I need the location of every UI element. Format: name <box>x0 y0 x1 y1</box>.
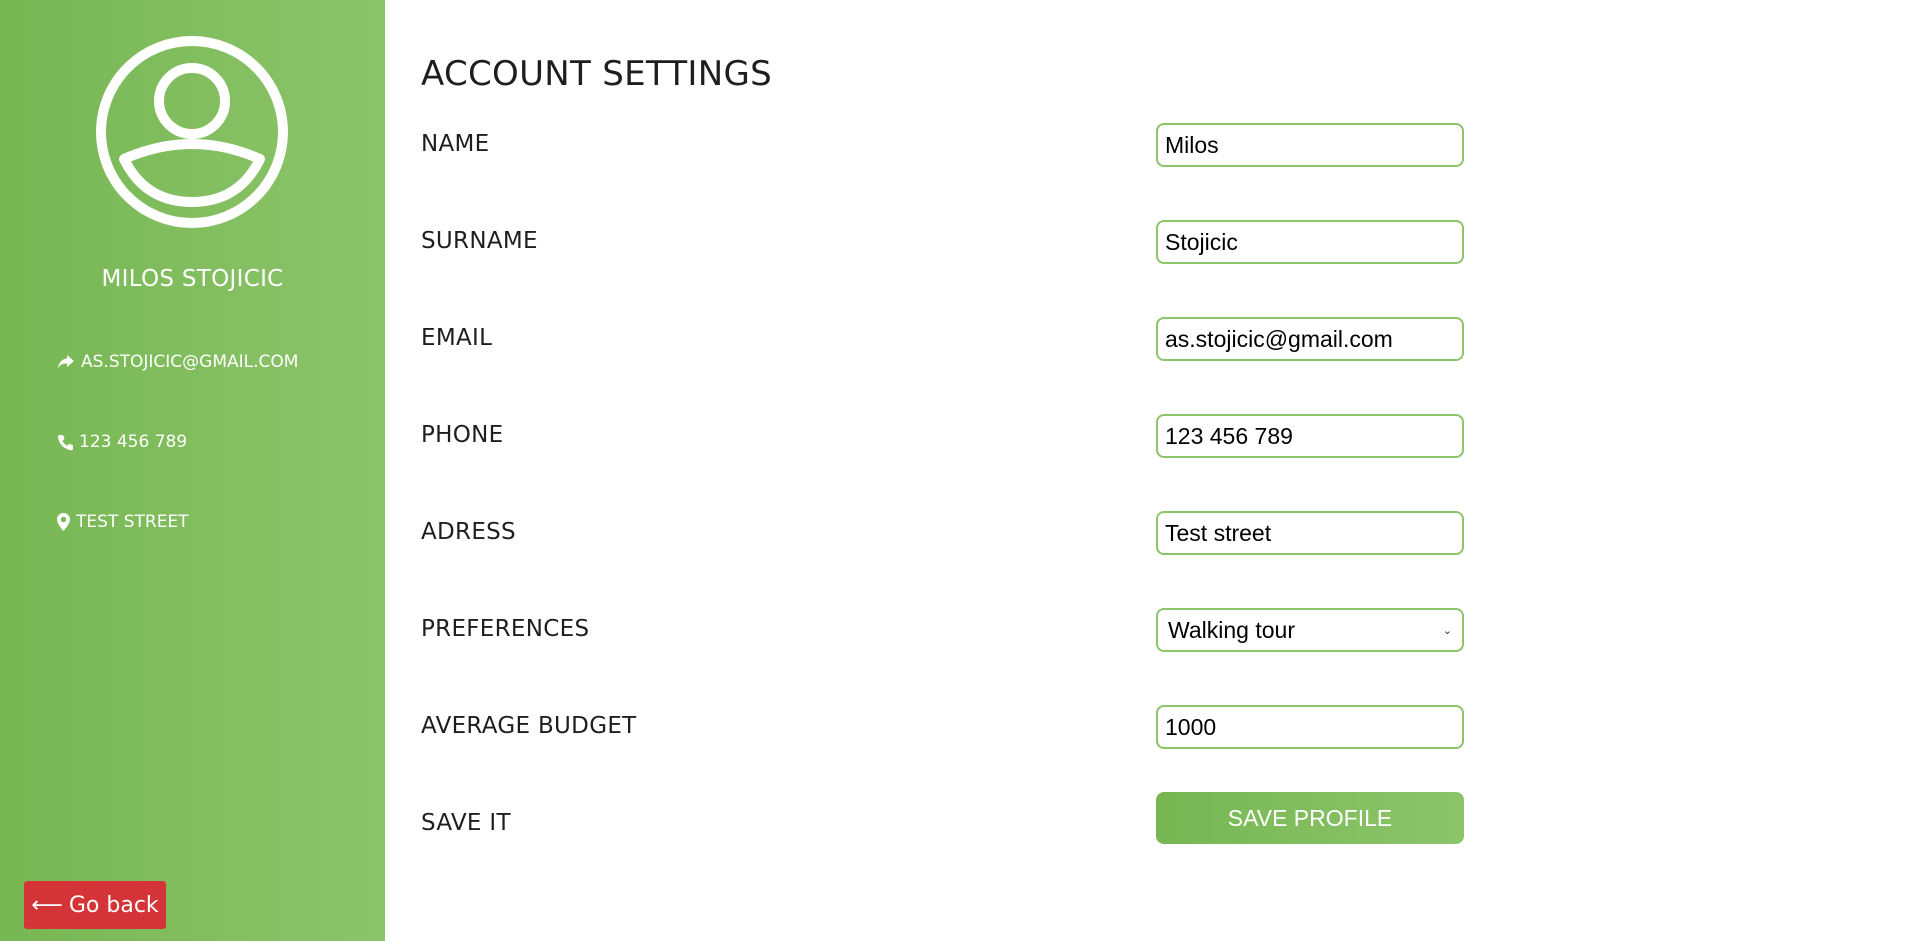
user-circle-icon <box>96 36 288 228</box>
phone-icon <box>57 434 73 450</box>
go-back-label: Go back <box>68 892 159 918</box>
email-label: EMAIL <box>421 325 493 351</box>
name-label: NAME <box>421 131 490 157</box>
share-icon <box>58 355 74 369</box>
save-profile-button[interactable]: SAVE PROFILE <box>1156 792 1464 844</box>
surname-input[interactable] <box>1156 220 1464 264</box>
sidebar-email: AS.STOJICIC@GMAIL.COM <box>57 352 298 372</box>
budget-label: AVERAGE BUDGET <box>421 713 637 739</box>
sidebar-phone-text: 123 456 789 <box>79 432 188 452</box>
sidebar-address: TEST STREET <box>57 512 189 532</box>
go-back-button[interactable]: ⟵ Go back <box>24 881 166 929</box>
preferences-selected-value: Walking tour <box>1168 616 1295 643</box>
sidebar-address-text: TEST STREET <box>76 512 189 532</box>
page-title: ACCOUNT SETTINGS <box>421 54 772 94</box>
preferences-label: PREFERENCES <box>421 616 590 642</box>
arrow-left-icon: ⟵ <box>31 892 63 918</box>
profile-name: MILOS STOJICIC <box>101 266 284 292</box>
phone-input[interactable] <box>1156 414 1464 458</box>
name-input[interactable] <box>1156 123 1464 167</box>
address-label: ADRESS <box>421 519 516 545</box>
save-label: SAVE IT <box>421 810 511 836</box>
phone-label: PHONE <box>421 422 504 448</box>
sidebar-email-text: AS.STOJICIC@GMAIL.COM <box>81 352 299 372</box>
chevron-down-icon: ⌄ <box>1442 624 1452 637</box>
surname-label: SURNAME <box>421 228 538 254</box>
address-input[interactable] <box>1156 511 1464 555</box>
main-content: ACCOUNT SETTINGS NAME SURNAME EMAIL PHON… <box>385 0 1923 941</box>
sidebar: MILOS STOJICIC AS.STOJICIC@GMAIL.COM 123… <box>0 0 385 941</box>
map-marker-icon <box>57 513 70 531</box>
sidebar-phone: 123 456 789 <box>57 432 187 452</box>
email-input[interactable] <box>1156 317 1464 361</box>
budget-input[interactable] <box>1156 705 1464 749</box>
preferences-select[interactable]: Walking tour ⌄ <box>1156 608 1464 652</box>
